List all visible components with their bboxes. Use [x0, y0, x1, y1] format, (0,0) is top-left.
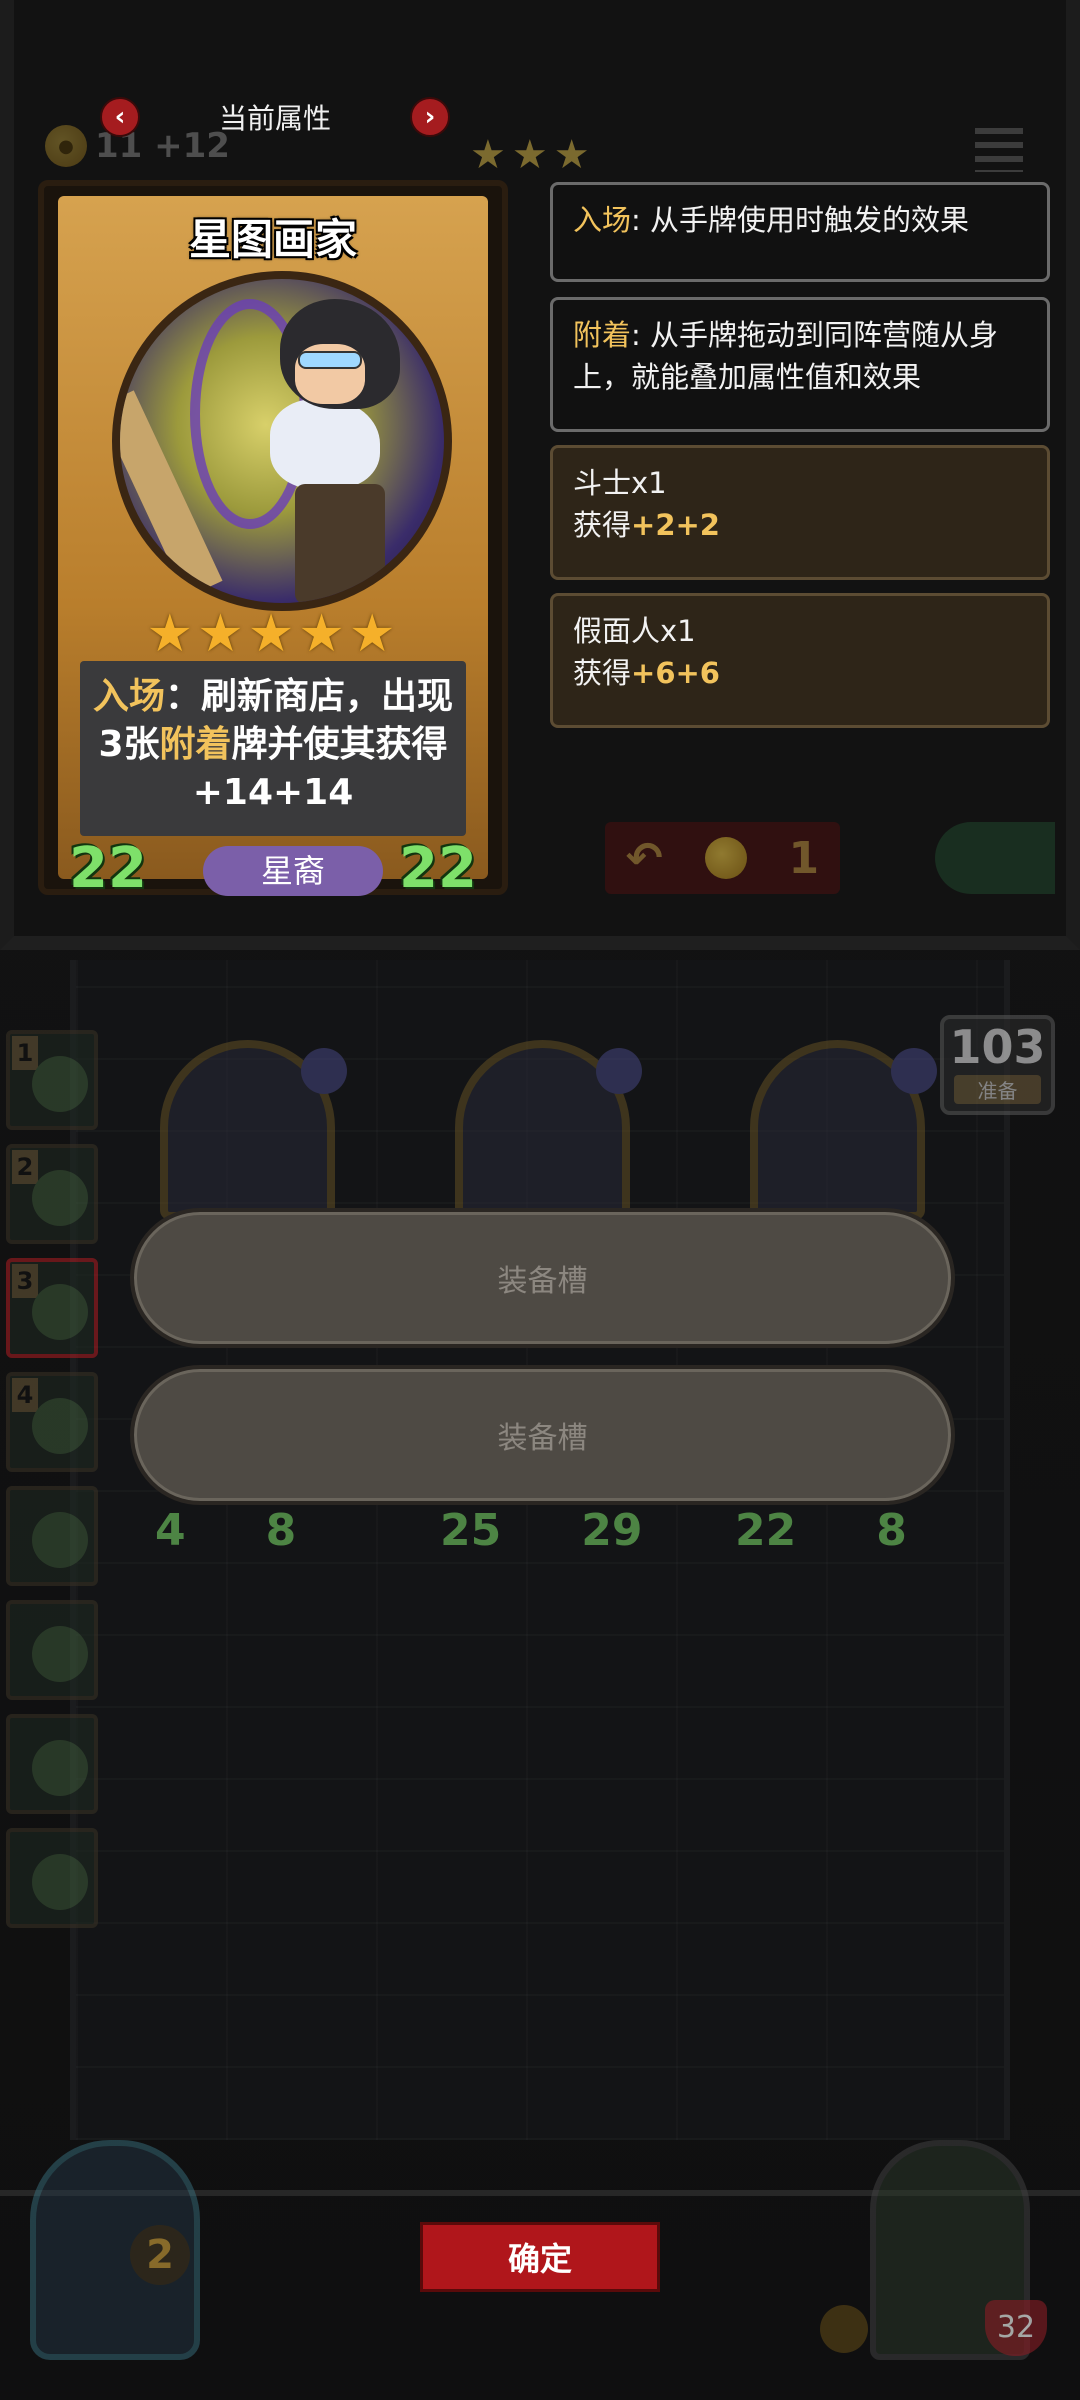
menu-icon[interactable] — [975, 128, 1023, 172]
roster-item[interactable] — [6, 1714, 98, 1814]
keyword-tooltip-attach: 附着: 从手牌拖动到同阵营随从身上，就能叠加属性值和效果 — [550, 297, 1050, 432]
unit-stats: 22 8 — [735, 1505, 907, 1556]
hero-health: 32 — [985, 2300, 1047, 2356]
attribute-title: 当前属性 — [218, 102, 331, 135]
keyword-tooltip-enter: 入场: 从手牌使用时触发的效果 — [550, 182, 1050, 282]
card-frame: 星图画家 ★★★★★ 入场：刷新商店，出现 3张附着牌并使其获得 +14+14 … — [58, 196, 488, 901]
kw-text: : 从手牌拖动到同阵营随从身上，就能叠加属性值和效果 — [573, 318, 999, 394]
roster-item[interactable]: 1 — [6, 1030, 98, 1130]
refresh-shop-button[interactable]: ↶ 1 — [605, 822, 840, 894]
board-unit[interactable] — [160, 1040, 347, 1220]
buff-gain-label: 获得 — [573, 656, 632, 690]
roster-item[interactable] — [6, 1600, 98, 1700]
kw-text: : 从手牌使用时触发的效果 — [631, 203, 970, 237]
buff-gain-label: 获得 — [573, 508, 632, 542]
equipment-slot[interactable]: 装备槽 — [130, 1365, 955, 1505]
coin-icon: ● — [45, 125, 87, 167]
hero-power-cost: 2 — [130, 2225, 190, 2285]
buff-name: 斗士x1 — [573, 466, 667, 500]
card-name: 星图画家 — [188, 215, 357, 264]
card-stars: ★★★★★ — [146, 604, 400, 664]
desc-line2b: 牌并使其获得 — [231, 724, 448, 765]
prev-page-button[interactable]: ‹ — [100, 97, 140, 137]
tier-stars: ★★★ — [470, 132, 596, 178]
refresh-cost: 1 — [788, 832, 820, 884]
next-page-button[interactable]: › — [409, 97, 450, 137]
counter-value: 103 — [949, 1020, 1046, 1074]
card-description: 入场：刷新商店，出现 3张附着牌并使其获得 +14+14 — [80, 661, 466, 836]
roster-item[interactable]: 4 — [6, 1372, 98, 1472]
board-unit[interactable] — [455, 1040, 642, 1220]
refresh-icon: ↶ — [625, 832, 663, 884]
desc-line3: +14+14 — [192, 772, 354, 813]
buff-entry: 假面人x1 获得+6+6 — [550, 593, 1050, 728]
kw-title: 入场 — [573, 203, 632, 237]
minion-card: 星图画家 ★★★★★ 入场：刷新商店，出现 3张附着牌并使其获得 +14+14 … — [38, 180, 508, 901]
desc-line1: ：刷新商店，出现 — [165, 676, 454, 717]
buff-entry: 斗士x1 获得+2+2 — [550, 445, 1050, 580]
player-roster: 1 2 3 4 — [6, 1030, 101, 1942]
tribe-badge: 星裔 — [203, 846, 383, 896]
keyword-enter: 入场 — [92, 676, 165, 717]
roster-item[interactable]: 2 — [6, 1144, 98, 1244]
buff-name: 假面人x1 — [573, 614, 696, 648]
kw-title: 附着 — [573, 318, 632, 352]
keyword-attach: 附着 — [159, 724, 232, 765]
gold-icon — [820, 2305, 868, 2353]
lock-shop-button[interactable] — [935, 822, 1055, 894]
roster-item[interactable] — [6, 1828, 98, 1928]
attribute-header: ‹ 当前属性 › — [100, 95, 450, 139]
counter-label: 准备 — [954, 1075, 1041, 1104]
buff-gain-value: +2+2 — [631, 508, 720, 542]
equipment-slot[interactable]: 装备槽 — [130, 1208, 955, 1348]
card-portrait — [112, 271, 452, 611]
desc-line2a: 3张 — [98, 724, 160, 765]
attack-value: 22 — [69, 836, 147, 901]
health-value: 22 — [399, 836, 477, 901]
roster-item[interactable] — [6, 1486, 98, 1586]
coin-icon — [704, 837, 747, 879]
deck-counter: 103 准备 — [940, 1015, 1055, 1115]
unit-stats: 25 29 — [440, 1505, 643, 1556]
roster-item[interactable]: 3 — [6, 1258, 98, 1358]
buff-gain-value: +6+6 — [631, 656, 720, 690]
unit-stats: 48 — [155, 1505, 297, 1556]
board-unit[interactable] — [750, 1040, 937, 1220]
confirm-button[interactable]: 确定 — [420, 2222, 660, 2292]
